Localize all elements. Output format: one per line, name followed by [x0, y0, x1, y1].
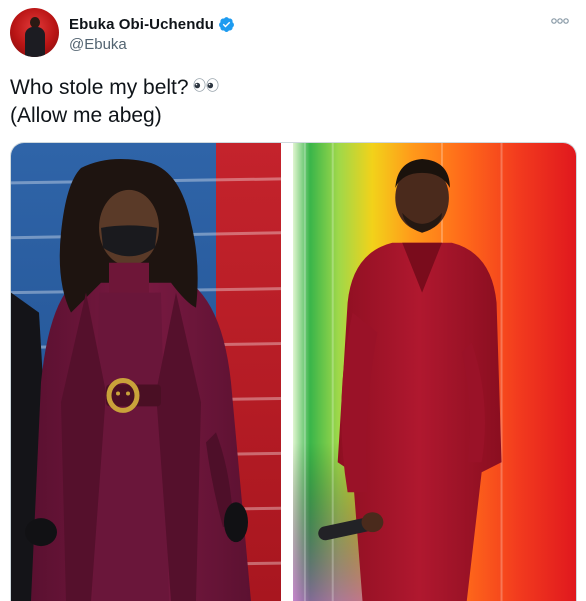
display-name-row: Ebuka Obi-Uchendu — [69, 14, 235, 34]
author-names: Ebuka Obi-Uchendu @Ebuka — [69, 14, 235, 53]
avatar-figure-body — [25, 27, 45, 57]
verified-badge-icon — [218, 16, 235, 33]
more-options-icon[interactable] — [550, 14, 570, 28]
tweet-text-line-1: Who stole my belt? — [10, 72, 219, 102]
left-photo[interactable] — [11, 143, 281, 601]
woman-in-burgundy-coat-photo-icon — [11, 143, 281, 601]
tweet-media[interactable] — [10, 142, 577, 601]
tweet-card: Ebuka Obi-Uchendu @Ebuka Who stole my be… — [0, 0, 586, 601]
tweet-text-line-1-content: Who stole my belt? — [10, 76, 189, 99]
eyes-emoji-icon — [193, 72, 219, 92]
tweet-text-line-2: (Allow me abeg) — [10, 104, 162, 127]
avatar[interactable] — [10, 8, 59, 57]
tweet-text: Who stole my belt? (Allow me abeg) — [10, 72, 219, 130]
display-name[interactable]: Ebuka Obi-Uchendu — [69, 16, 214, 33]
handle[interactable]: @Ebuka — [69, 36, 235, 53]
right-photo[interactable] — [293, 143, 576, 601]
man-in-red-suit-photo-icon — [293, 143, 576, 601]
tweet-header: Ebuka Obi-Uchendu @Ebuka — [10, 8, 235, 57]
photo-divider — [281, 143, 293, 601]
